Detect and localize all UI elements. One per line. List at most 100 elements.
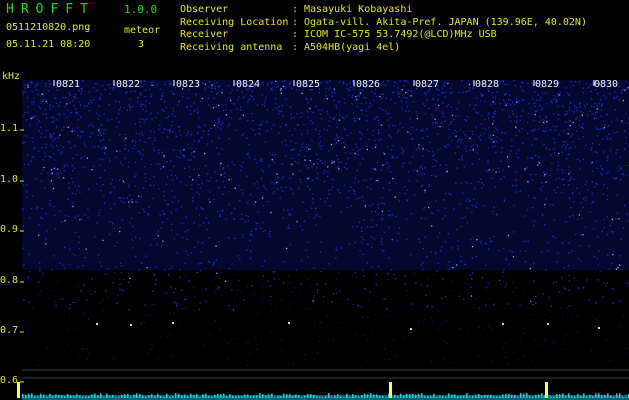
amplitude-bar xyxy=(334,395,336,398)
amplitude-bar xyxy=(568,393,570,398)
noise-dot xyxy=(150,81,153,84)
noise-dot xyxy=(205,288,207,290)
noise-dot xyxy=(457,141,459,143)
noise-dot xyxy=(81,348,83,350)
noise-dot xyxy=(532,303,534,305)
amplitude-bar xyxy=(469,396,471,398)
noise-dot xyxy=(93,99,95,101)
noise-dot xyxy=(466,182,468,184)
noise-dot xyxy=(526,167,528,169)
noise-dot xyxy=(108,157,110,159)
noise-dot xyxy=(307,185,309,187)
noise-dot xyxy=(582,92,584,94)
noise-dot xyxy=(120,106,122,109)
noise-dot xyxy=(107,84,109,86)
noise-dot xyxy=(73,95,75,98)
noise-dot xyxy=(548,148,550,151)
noise-dot xyxy=(51,121,53,123)
noise-dot xyxy=(558,133,560,136)
noise-dot xyxy=(510,150,512,152)
noise-dot xyxy=(552,235,554,237)
noise-dot xyxy=(402,149,404,151)
noise-dot xyxy=(320,241,322,244)
noise-dot xyxy=(622,173,624,176)
noise-dot xyxy=(333,88,336,90)
noise-dot xyxy=(368,106,370,109)
noise-dot xyxy=(394,124,396,127)
noise-dot xyxy=(138,212,140,214)
noise-dot xyxy=(70,147,72,149)
noise-dot xyxy=(558,114,560,116)
noise-dot xyxy=(129,194,131,196)
noise-dot xyxy=(122,197,124,199)
noise-dot xyxy=(156,163,159,165)
noise-dot xyxy=(299,225,301,227)
noise-dot xyxy=(247,155,249,157)
noise-dot xyxy=(240,117,242,120)
noise-dot xyxy=(354,190,356,192)
noise-dot xyxy=(480,242,482,244)
noise-dot xyxy=(196,107,199,110)
noise-dot xyxy=(601,230,603,232)
noise-dot xyxy=(173,312,175,314)
noise-dot xyxy=(105,273,108,275)
noise-dot xyxy=(534,197,536,199)
noise-dot xyxy=(428,89,430,92)
noise-dot xyxy=(441,91,444,94)
noise-dot xyxy=(23,163,25,165)
noise-dot xyxy=(398,91,400,94)
noise-dot xyxy=(72,181,74,183)
noise-dot xyxy=(527,209,529,211)
noise-dot xyxy=(399,122,401,125)
noise-dot xyxy=(508,116,511,118)
noise-dot xyxy=(61,221,63,223)
noise-dot xyxy=(58,176,60,178)
noise-dot xyxy=(160,168,162,170)
baseline-layer xyxy=(17,369,629,400)
noise-dot xyxy=(391,239,393,241)
noise-dot xyxy=(603,282,605,284)
noise-dot xyxy=(587,87,589,89)
noise-dot xyxy=(344,102,346,104)
noise-dot xyxy=(533,197,535,199)
noise-dot xyxy=(415,111,417,113)
noise-dot xyxy=(282,337,284,339)
noise-dot xyxy=(181,308,183,310)
noise-dot xyxy=(26,97,29,99)
noise-dot xyxy=(553,138,555,140)
noise-dot xyxy=(334,138,336,140)
noise-dot xyxy=(140,125,142,127)
noise-dot xyxy=(481,187,483,189)
noise-dot xyxy=(328,193,330,195)
noise-dot xyxy=(471,163,473,165)
noise-dot xyxy=(129,106,131,108)
noise-dot xyxy=(181,279,183,281)
amplitude-bar xyxy=(523,393,525,398)
noise-dot xyxy=(24,91,26,93)
noise-dot xyxy=(32,141,34,143)
noise-dot xyxy=(441,246,443,248)
noise-dot xyxy=(534,110,536,112)
noise-dot xyxy=(96,83,98,85)
noise-dot xyxy=(261,94,263,96)
noise-dot xyxy=(145,180,147,182)
noise-dot xyxy=(407,290,408,292)
noise-dot xyxy=(616,149,618,151)
noise-dot xyxy=(480,93,482,95)
noise-dot xyxy=(576,117,578,119)
noise-dot xyxy=(273,124,275,126)
noise-dot xyxy=(568,274,570,277)
noise-dot xyxy=(567,184,570,186)
noise-dot xyxy=(222,193,224,195)
amplitude-bar xyxy=(571,396,573,398)
noise-dot xyxy=(173,93,175,95)
noise-dot xyxy=(484,119,486,121)
noise-dot xyxy=(47,172,49,174)
noise-dot xyxy=(382,164,384,166)
noise-dot xyxy=(329,205,331,207)
noise-dot xyxy=(392,144,394,147)
noise-dot xyxy=(586,103,588,105)
amplitude-bar xyxy=(361,395,363,398)
noise-dot xyxy=(64,267,66,269)
noise-dot xyxy=(372,147,374,149)
